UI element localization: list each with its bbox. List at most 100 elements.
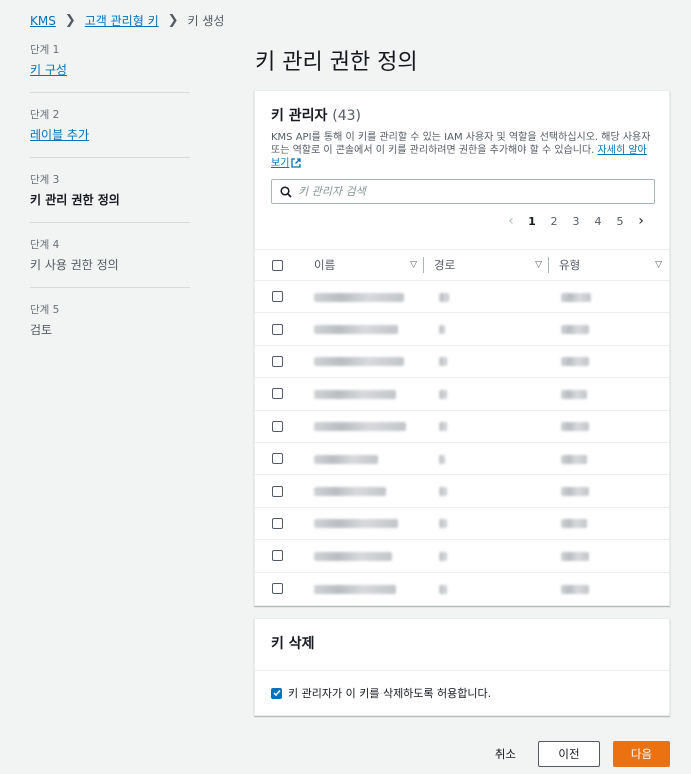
row-checkbox[interactable] xyxy=(271,420,283,432)
table-row[interactable] xyxy=(255,475,669,508)
table-row[interactable] xyxy=(255,540,669,573)
sort-icon: ▽ xyxy=(535,260,542,270)
column-label: 이름 xyxy=(314,258,336,272)
cancel-button[interactable]: 취소 xyxy=(495,746,516,762)
allow-delete-checkbox[interactable] xyxy=(271,687,282,699)
column-label: 유형 xyxy=(559,258,581,272)
column-header-path[interactable]: 경로 ▽ xyxy=(423,257,548,273)
redacted-row-content xyxy=(299,420,669,432)
redacted-type xyxy=(561,422,589,432)
row-checkbox[interactable] xyxy=(271,583,283,595)
redacted-path xyxy=(439,422,447,432)
step-5: 단계 5 검토 xyxy=(30,302,190,352)
redacted-name xyxy=(314,389,396,399)
row-checkbox[interactable] xyxy=(271,291,283,303)
table-row[interactable] xyxy=(255,346,669,379)
wizard-actions: 취소 이전 다음 xyxy=(495,741,670,767)
redacted-name xyxy=(314,584,396,594)
panel-title-text: 키 관리자 xyxy=(271,108,328,124)
redacted-row-content xyxy=(299,388,669,400)
step-title: 검토 xyxy=(30,323,53,337)
step-number: 단계 3 xyxy=(30,174,60,186)
redacted-path xyxy=(439,454,445,464)
redacted-name xyxy=(314,292,404,302)
key-administrators-panel: 키 관리자 (43) KMS API를 통해 이 키를 관리할 수 있는 IAM… xyxy=(254,90,670,606)
page-3[interactable]: 3 xyxy=(565,215,587,228)
admins-count: (43) xyxy=(332,108,362,124)
select-all-checkbox[interactable] xyxy=(271,259,283,271)
breadcrumb: KMS ❯ 고객 관리형 키 ❯ 키 생성 xyxy=(30,12,224,29)
breadcrumb-customer-managed-keys[interactable]: 고객 관리형 키 xyxy=(85,12,159,29)
table-row[interactable] xyxy=(255,573,669,605)
search-icon xyxy=(280,185,292,198)
page-2[interactable]: 2 xyxy=(543,215,565,228)
redacted-path xyxy=(439,551,447,561)
redacted-row-content xyxy=(299,583,669,595)
table-row[interactable] xyxy=(255,508,669,541)
next-page-icon[interactable]: › xyxy=(631,213,651,229)
step-1: 단계 1 키 구성 xyxy=(30,42,190,93)
row-checkbox[interactable] xyxy=(271,355,283,367)
previous-page-icon[interactable]: ‹ xyxy=(501,213,521,229)
redacted-type xyxy=(561,357,589,367)
step-link-configure-key[interactable]: 키 구성 xyxy=(30,63,67,77)
redacted-type xyxy=(561,551,589,561)
step-number: 단계 5 xyxy=(30,304,60,316)
wizard-steps: 단계 1 키 구성 단계 2 레이블 추가 단계 3 키 관리 권한 정의 단계… xyxy=(30,42,190,366)
row-checkbox[interactable] xyxy=(271,388,283,400)
redacted-name xyxy=(314,454,378,464)
step-4: 단계 4 키 사용 권한 정의 xyxy=(30,237,190,288)
redacted-name xyxy=(314,551,392,561)
redacted-name xyxy=(314,422,406,432)
row-checkbox[interactable] xyxy=(271,323,283,335)
next-button[interactable]: 다음 xyxy=(613,741,670,767)
step-3: 단계 3 키 관리 권한 정의 xyxy=(30,172,190,223)
redacted-path xyxy=(439,519,447,529)
allow-delete-option[interactable]: 키 관리자가 이 키를 삭제하도록 허용합니다. xyxy=(255,671,669,715)
redacted-name xyxy=(314,325,398,335)
redacted-type xyxy=(561,389,587,399)
redacted-path xyxy=(439,292,449,302)
administrators-table: 이름 ▽ 경로 ▽ 유형 ▽ xyxy=(255,249,669,605)
step-link-add-labels[interactable]: 레이블 추가 xyxy=(30,128,89,142)
chevron-right-icon: ❯ xyxy=(64,13,76,28)
search-box[interactable] xyxy=(271,179,655,204)
row-checkbox[interactable] xyxy=(271,550,283,562)
column-header-type[interactable]: 유형 ▽ xyxy=(548,257,668,273)
table-row[interactable] xyxy=(255,281,669,314)
table-row[interactable] xyxy=(255,443,669,476)
row-checkbox[interactable] xyxy=(271,517,283,529)
step-number: 단계 1 xyxy=(30,44,60,56)
redacted-name xyxy=(314,487,386,497)
description-text: KMS API를 통해 이 키를 관리할 수 있는 IAM 사용자 및 역할을 … xyxy=(271,132,651,156)
table-row[interactable] xyxy=(255,411,669,443)
page-4[interactable]: 4 xyxy=(587,215,609,228)
checkmark-icon xyxy=(272,690,281,697)
column-label: 경로 xyxy=(434,258,456,272)
column-header-name[interactable]: 이름 ▽ xyxy=(299,257,423,273)
search-input[interactable] xyxy=(298,185,638,198)
previous-button[interactable]: 이전 xyxy=(538,741,600,767)
page-1[interactable]: 1 xyxy=(521,215,543,228)
redacted-type xyxy=(561,584,589,594)
redacted-path xyxy=(439,357,447,367)
page-title: 키 관리 권한 정의 xyxy=(255,50,418,75)
step-2: 단계 2 레이블 추가 xyxy=(30,107,190,158)
row-checkbox[interactable] xyxy=(271,453,283,465)
table-header: 이름 ▽ 경로 ▽ 유형 ▽ xyxy=(255,249,669,281)
redacted-type xyxy=(561,487,589,497)
page-5[interactable]: 5 xyxy=(609,215,631,228)
panel-description: KMS API를 통해 이 키를 관리할 수 있는 IAM 사용자 및 역할을 … xyxy=(271,131,653,170)
redacted-path xyxy=(439,389,447,399)
breadcrumb-kms[interactable]: KMS xyxy=(30,14,56,28)
redacted-name xyxy=(314,357,404,367)
redacted-type xyxy=(561,519,587,529)
breadcrumb-current: 키 생성 xyxy=(187,14,225,28)
table-row[interactable] xyxy=(255,378,669,411)
redacted-type xyxy=(561,325,589,335)
external-link-icon xyxy=(291,158,302,168)
redacted-row-content xyxy=(299,453,669,465)
table-row[interactable] xyxy=(255,313,669,346)
step-number: 단계 4 xyxy=(30,239,60,251)
row-checkbox[interactable] xyxy=(271,485,283,497)
